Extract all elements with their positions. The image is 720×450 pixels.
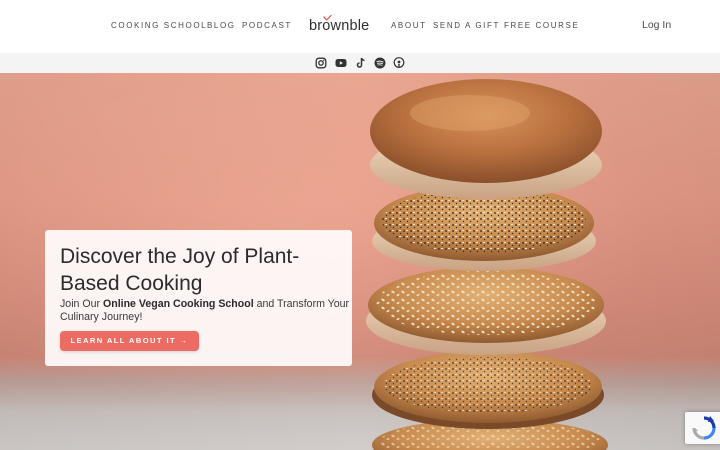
nav-free-course[interactable]: FREE COURSE: [504, 21, 579, 30]
nav-blog[interactable]: BLOG: [207, 21, 236, 30]
hero-subtitle: Join Our Online Vegan Cooking School and…: [60, 298, 350, 323]
nav-podcast[interactable]: PODCAST: [242, 21, 292, 30]
recaptcha-badge[interactable]: [685, 412, 720, 444]
hero-title: Discover the Joy of Plant-Based Cooking: [60, 245, 300, 295]
nav-cooking-school[interactable]: COOKING SCHOOL: [111, 21, 207, 30]
site-header: COOKING SCHOOL BLOG PODCAST brownble ABO…: [0, 0, 720, 53]
youtube-icon[interactable]: [335, 57, 347, 69]
brownble-logo[interactable]: brownble: [309, 15, 369, 37]
social-bar: [0, 53, 720, 73]
podcast-icon[interactable]: [393, 57, 405, 69]
spotify-icon[interactable]: [374, 57, 386, 69]
hero-subtitle-highlight: Online Vegan Cooking School: [102, 298, 254, 310]
bagel-stack-image: [366, 79, 608, 450]
logo-check-icon: [323, 15, 332, 21]
logo-text: brownble: [309, 18, 370, 34]
hero-card: Discover the Joy of Plant-Based Cooking …: [45, 230, 352, 366]
hero-section: Discover the Joy of Plant-Based Cooking …: [0, 73, 720, 450]
recaptcha-icon: [692, 416, 716, 440]
learn-more-button[interactable]: LEARN ALL ABOUT IT →: [60, 331, 199, 351]
tiktok-icon[interactable]: [355, 57, 367, 69]
hero-subtitle-prefix: Join Our: [60, 298, 103, 310]
instagram-icon[interactable]: [315, 57, 327, 69]
nav-send-a-gift[interactable]: SEND A GIFT: [433, 21, 500, 30]
login-link[interactable]: Log In: [642, 19, 671, 31]
nav-about[interactable]: ABOUT: [391, 21, 427, 30]
